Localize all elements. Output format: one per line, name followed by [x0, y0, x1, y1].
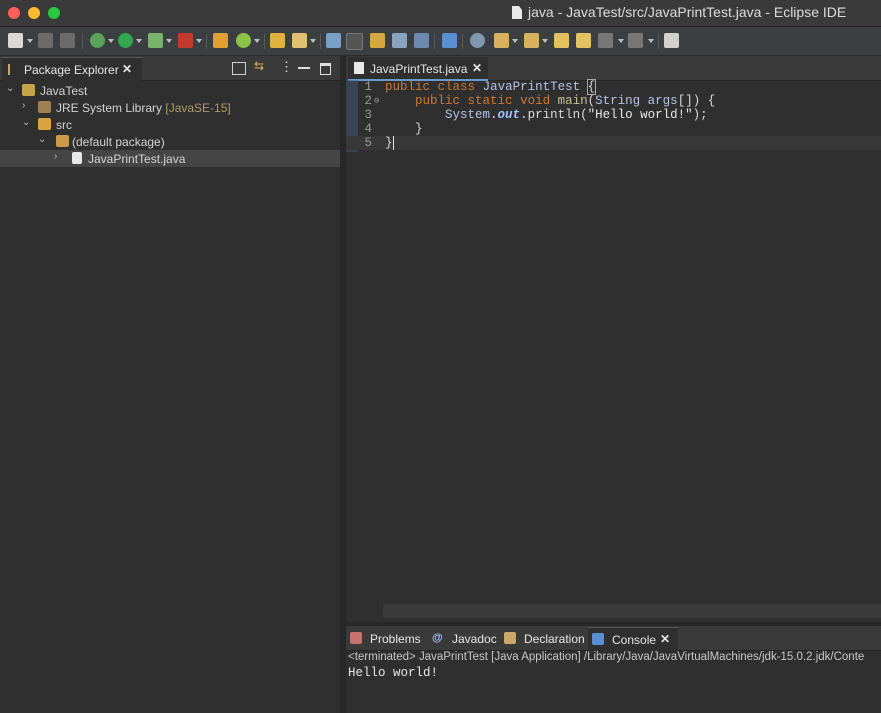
show-source-icon[interactable] [442, 33, 457, 48]
java-file-icon [72, 152, 82, 164]
close-icon[interactable]: ✕ [122, 62, 132, 76]
view-menu-icon[interactable]: ⋮ [280, 59, 293, 74]
package-explorer-view: Package Explorer ✕ ⇆ ⋮ ⌄ JavaTest › JRE … [0, 56, 340, 713]
chevron-down-icon[interactable]: ⌄ [6, 83, 14, 94]
skip-breakpoints-icon[interactable] [470, 33, 485, 48]
tab-package-explorer[interactable]: Package Explorer ✕ [2, 57, 142, 81]
package-icon [56, 135, 69, 147]
fold-icon[interactable]: ⊖ [374, 96, 379, 106]
title-bar: java - JavaTest/src/JavaPrintTest.java -… [0, 0, 881, 27]
code-line[interactable]: 4 } [346, 122, 881, 136]
tree-item-javaprinttest[interactable]: › JavaPrintTest.java [0, 150, 340, 167]
debug-icon[interactable] [90, 33, 105, 48]
back-dropdown-icon[interactable] [618, 39, 624, 43]
save-all-icon[interactable] [60, 33, 75, 48]
previous-annotation-dropdown-icon[interactable] [542, 39, 548, 43]
package-explorer-header: Package Explorer ✕ ⇆ ⋮ [0, 56, 340, 81]
tab-problems[interactable]: Problems [346, 627, 424, 650]
tab-javadoc[interactable]: @ Javadoc [428, 627, 500, 650]
code-line[interactable]: 5} [346, 136, 881, 150]
maximize-icon[interactable] [320, 63, 331, 75]
code-line[interactable]: 2 ⊖ public static void main(String args[]… [346, 94, 881, 108]
console-status: <terminated> JavaPrintTest [Java Applica… [348, 651, 865, 663]
tab-declaration[interactable]: Declaration [500, 627, 588, 650]
javadoc-icon: @ [432, 632, 443, 644]
chevron-down-icon[interactable]: ⌄ [38, 134, 46, 145]
new-dropdown-icon[interactable] [27, 39, 33, 43]
search-dropdown-icon[interactable] [310, 39, 316, 43]
external-tools-icon[interactable] [178, 33, 193, 48]
external-tools-dropdown-icon[interactable] [196, 39, 202, 43]
console-output[interactable]: Hello world! [348, 666, 438, 680]
tree-item-src[interactable]: ⌄ src [0, 116, 340, 133]
link-with-editor-icon[interactable]: ⇆ [254, 59, 266, 73]
horizontal-scrollbar[interactable] [383, 604, 881, 618]
bottom-tab-bar: Problems @ Javadoc Declaration Console ✕ [346, 626, 881, 651]
project-icon [22, 84, 35, 96]
collapse-all-icon[interactable] [232, 62, 246, 75]
block-selection-icon[interactable] [392, 33, 407, 48]
close-window-button[interactable] [8, 7, 20, 19]
minimize-window-button[interactable] [28, 7, 40, 19]
tab-javaprinttest[interactable]: JavaPrintTest.java ✕ [348, 57, 488, 81]
chevron-right-icon[interactable]: › [54, 151, 57, 162]
main-toolbar [0, 27, 881, 56]
declaration-icon [504, 632, 516, 644]
bottom-panel: Problems @ Javadoc Declaration Console ✕… [346, 626, 881, 713]
run-dropdown-icon[interactable] [136, 39, 142, 43]
new-java-class-icon[interactable] [236, 33, 251, 48]
back-arrow-icon[interactable] [598, 33, 613, 48]
coverage-dropdown-icon[interactable] [166, 39, 172, 43]
coverage-icon[interactable] [148, 33, 163, 48]
source-folder-icon [38, 118, 51, 130]
minimize-icon[interactable] [298, 61, 310, 69]
search-icon[interactable] [292, 33, 307, 48]
open-type-icon[interactable] [270, 33, 285, 48]
debug-dropdown-icon[interactable] [108, 39, 114, 43]
toggle-highlight-icon[interactable] [346, 33, 363, 50]
problems-icon [350, 632, 362, 644]
window-title-text: java - JavaTest/src/JavaPrintTest.java -… [528, 4, 847, 20]
code-line[interactable]: 3 System.out.println("Hello world!"); [346, 108, 881, 122]
new-icon[interactable] [8, 33, 23, 48]
package-explorer-icon [8, 64, 20, 75]
code-editor: JavaPrintTest.java ✕ 1 public class JavaP… [346, 56, 881, 622]
library-icon [38, 101, 51, 113]
open-perspective-icon[interactable] [664, 33, 679, 48]
next-annotation-icon[interactable] [494, 33, 509, 48]
document-icon [512, 6, 522, 19]
save-icon[interactable] [38, 33, 53, 48]
run-icon[interactable] [118, 33, 133, 48]
tree-item-default-package[interactable]: ⌄ (default package) [0, 133, 340, 150]
window-title: java - JavaTest/src/JavaPrintTest.java -… [512, 4, 846, 20]
tree-item-jre-system-library[interactable]: › JRE System Library [JavaSE-15] [0, 99, 340, 116]
new-class-dropdown-icon[interactable] [254, 39, 260, 43]
editor-tab-bar: JavaPrintTest.java ✕ [346, 56, 881, 81]
toggle-breadcrumb-icon[interactable] [370, 33, 385, 48]
new-java-package-icon[interactable] [213, 33, 228, 48]
code-line[interactable]: 1 public class JavaPrintTest { [346, 79, 881, 95]
forward-arrow-icon[interactable] [628, 33, 643, 48]
chevron-down-icon[interactable]: ⌄ [22, 117, 30, 128]
tree-item-javatest[interactable]: ⌄ JavaTest [0, 82, 340, 99]
next-annotation-dropdown-icon[interactable] [512, 39, 518, 43]
close-icon[interactable]: ✕ [472, 61, 482, 75]
chevron-right-icon[interactable]: › [22, 100, 25, 111]
tab-console[interactable]: Console ✕ [588, 627, 678, 651]
close-icon[interactable]: ✕ [660, 632, 670, 646]
forward-dropdown-icon[interactable] [648, 39, 654, 43]
forward-edit-icon[interactable] [576, 33, 591, 48]
previous-annotation-icon[interactable] [524, 33, 539, 48]
last-edit-location-icon[interactable] [554, 33, 569, 48]
show-whitespace-icon[interactable] [414, 33, 429, 48]
zoom-window-button[interactable] [48, 7, 60, 19]
console-icon [592, 633, 604, 645]
toggle-mark-occurrences-icon[interactable] [326, 33, 341, 48]
java-file-icon [354, 62, 364, 74]
